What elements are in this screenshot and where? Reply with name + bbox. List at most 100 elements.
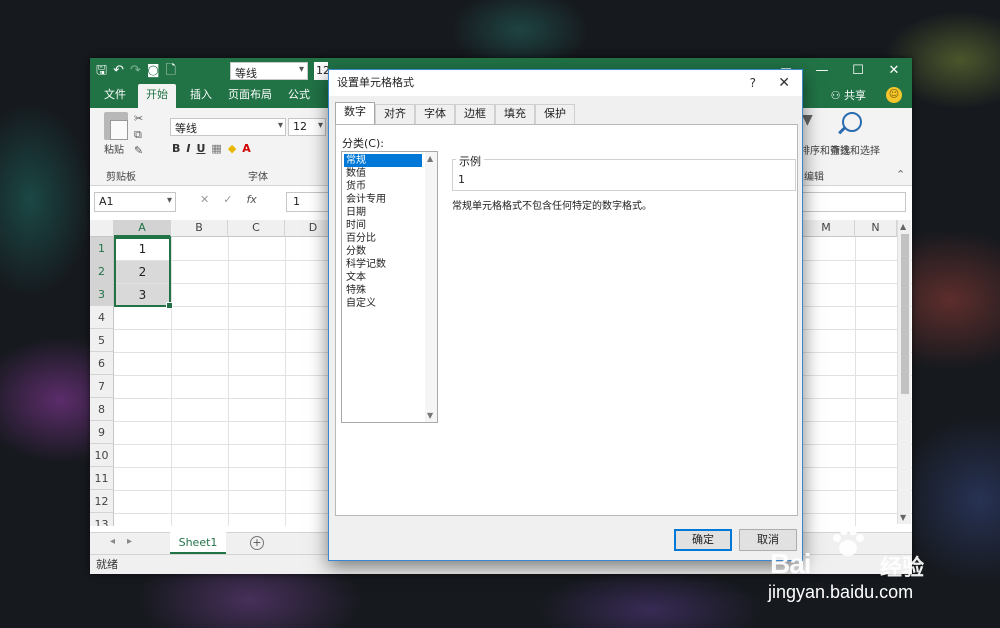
find-icon[interactable] [842, 112, 862, 132]
vertical-scrollbar[interactable]: ▲ ▼ [897, 220, 911, 524]
cancel-entry-icon[interactable]: ✕ [200, 193, 209, 206]
font-color-icon[interactable]: A [242, 142, 251, 155]
category-custom[interactable]: 自定义 [344, 297, 422, 310]
column-header-n[interactable]: N [855, 220, 897, 237]
close-icon[interactable]: ✕ [876, 58, 912, 84]
row-header-3[interactable]: 3 [90, 283, 114, 306]
insert-function-icon[interactable]: fx [246, 193, 256, 206]
category-accounting[interactable]: 会计专用 [344, 193, 422, 206]
find-select-label[interactable]: 查找和选择 [830, 142, 880, 157]
bold-button[interactable]: B [172, 142, 180, 155]
formula-icons: ✕ ✓ fx [200, 193, 257, 206]
font-size-value: 12 [293, 120, 307, 133]
redo-icon[interactable]: ↷ [130, 61, 141, 81]
category-time[interactable]: 时间 [344, 219, 422, 232]
row-header-6[interactable]: 6 [90, 352, 114, 375]
tab-home[interactable]: 开始 [138, 84, 176, 108]
category-text[interactable]: 文本 [344, 271, 422, 284]
qat-font-box[interactable]: 等线 ▾ [230, 62, 308, 80]
share-label: 共享 [844, 89, 866, 102]
confirm-entry-icon[interactable]: ✓ [223, 193, 232, 206]
row-header-1[interactable]: 1 [90, 237, 114, 260]
italic-button[interactable]: I [186, 142, 190, 155]
camera-icon[interactable]: ◙ [147, 61, 160, 81]
help-icon[interactable]: ? [750, 70, 756, 96]
row-header-8[interactable]: 8 [90, 398, 114, 421]
row-header-10[interactable]: 10 [90, 444, 114, 467]
add-sheet-icon[interactable]: + [250, 536, 264, 550]
column-header-m[interactable]: M [798, 220, 855, 237]
row-header-7[interactable]: 7 [90, 375, 114, 398]
category-list[interactable]: 常规 数值 货币 会计专用 日期 时间 百分比 分数 科学记数 文本 特殊 自定… [341, 151, 438, 423]
scroll-down-icon[interactable]: ▼ [427, 411, 433, 420]
name-box-value: A1 [99, 195, 114, 208]
tab-formulas[interactable]: 公式 [280, 84, 318, 108]
category-scrollbar[interactable]: ▲ ▼ [425, 152, 437, 422]
sample-label: 示例 [456, 153, 484, 169]
font-group-label: 字体 [248, 172, 268, 183]
tab-font[interactable]: 字体 [415, 104, 455, 124]
tab-insert[interactable]: 插入 [182, 84, 220, 108]
copy-icon[interactable]: ⧉ [134, 128, 142, 142]
scroll-down-icon[interactable]: ▼ [900, 513, 906, 522]
font-name-select[interactable]: 等线 ▾ [170, 118, 286, 136]
tab-fill[interactable]: 填充 [495, 104, 535, 124]
feedback-smiley-icon[interactable]: ☺ [886, 87, 902, 103]
format-painter-icon[interactable]: ✎ [134, 144, 143, 157]
scroll-up-icon[interactable]: ▲ [427, 154, 433, 163]
undo-icon[interactable]: ↶ [113, 61, 124, 81]
chevron-down-icon: ▾ [277, 120, 283, 131]
cut-icon[interactable]: ✂ [134, 112, 143, 125]
save-icon[interactable]: 🖫 [96, 61, 107, 81]
select-all-corner[interactable] [90, 220, 114, 237]
column-header-a[interactable]: A [114, 220, 171, 237]
share-button[interactable]: ⚇ 共享 [831, 84, 866, 108]
scroll-up-icon[interactable]: ▲ [900, 222, 906, 231]
minimize-icon[interactable]: — [804, 58, 840, 84]
category-scientific[interactable]: 科学记数 [344, 258, 422, 271]
tab-protection[interactable]: 保护 [535, 104, 575, 124]
category-date[interactable]: 日期 [344, 206, 422, 219]
row-header-12[interactable]: 12 [90, 490, 114, 513]
tab-border[interactable]: 边框 [455, 104, 495, 124]
category-currency[interactable]: 货币 [344, 180, 422, 193]
category-fraction[interactable]: 分数 [344, 245, 422, 258]
maximize-icon[interactable]: ☐ [840, 58, 876, 84]
font-size-select[interactable]: 12 ▾ [288, 118, 326, 136]
row-header-13[interactable]: 13 [90, 513, 114, 526]
category-general[interactable]: 常规 [344, 154, 422, 167]
category-percentage[interactable]: 百分比 [344, 232, 422, 245]
ok-button[interactable]: 确定 [674, 529, 732, 551]
row-header-9[interactable]: 9 [90, 421, 114, 444]
tab-number[interactable]: 数字 [335, 102, 375, 124]
category-special[interactable]: 特殊 [344, 284, 422, 297]
qat-size-box[interactable]: 12 [314, 62, 328, 80]
sample-box [452, 159, 796, 191]
sheet-nav-arrows[interactable]: ◂▸ [110, 536, 144, 547]
border-icon[interactable]: ▦ [211, 142, 221, 155]
paste-icon[interactable] [104, 112, 128, 140]
scroll-thumb[interactable] [901, 234, 909, 394]
selection-range[interactable] [114, 237, 173, 309]
column-header-c[interactable]: C [228, 220, 285, 237]
row-header-2[interactable]: 2 [90, 260, 114, 283]
column-header-b[interactable]: B [171, 220, 228, 237]
row-header-4[interactable]: 4 [90, 306, 114, 329]
grid-line [855, 237, 856, 526]
close-icon[interactable]: ✕ [778, 70, 790, 96]
underline-button[interactable]: U [196, 142, 205, 155]
category-number[interactable]: 数值 [344, 167, 422, 180]
filter-icon[interactable]: ▼ [802, 112, 813, 128]
collapse-ribbon-icon[interactable]: ⌃ [896, 168, 905, 181]
tab-file[interactable]: 文件 [96, 84, 134, 108]
paste-label: 粘贴 [104, 145, 124, 156]
row-header-5[interactable]: 5 [90, 329, 114, 352]
tab-page-layout[interactable]: 页面布局 [220, 84, 280, 108]
tab-alignment[interactable]: 对齐 [375, 104, 415, 124]
fill-color-icon[interactable]: ◆ [228, 142, 236, 155]
dialog-title-bar: 设置单元格格式 ? ✕ [329, 70, 802, 96]
name-box[interactable]: A1 ▾ [94, 192, 176, 212]
row-header-11[interactable]: 11 [90, 467, 114, 490]
sheet-tab-sheet1[interactable]: Sheet1 [170, 532, 226, 554]
new-file-icon[interactable]: 🗋 [166, 61, 176, 81]
